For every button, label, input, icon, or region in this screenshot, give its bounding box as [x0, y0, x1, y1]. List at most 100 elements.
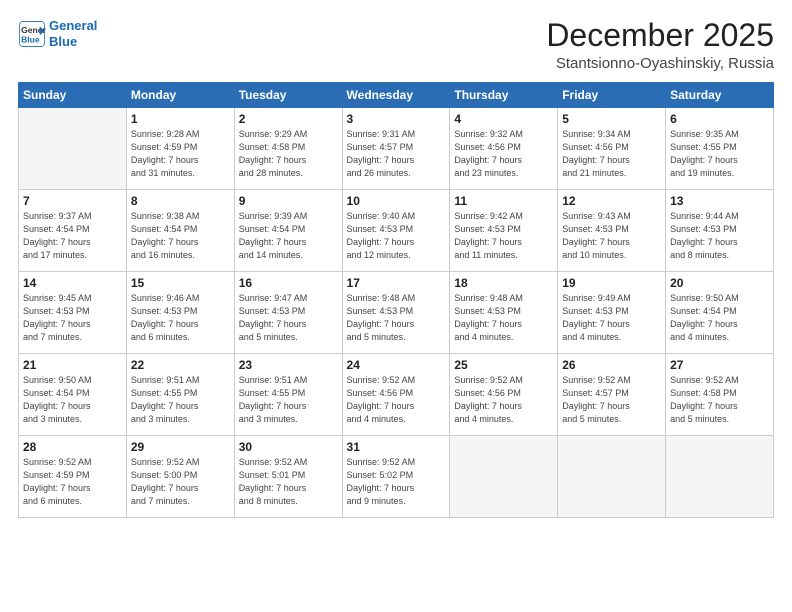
svg-text:Blue: Blue	[21, 34, 40, 44]
calendar-cell: 27 Sunrise: 9:52 AM Sunset: 4:58 PM Dayli…	[666, 354, 774, 436]
day-info: Sunrise: 9:46 AM Sunset: 4:53 PM Dayligh…	[131, 292, 230, 344]
calendar-cell: 13 Sunrise: 9:44 AM Sunset: 4:53 PM Dayli…	[666, 190, 774, 272]
weekday-header-monday: Monday	[126, 83, 234, 108]
calendar-cell	[558, 436, 666, 518]
day-number: 17	[347, 276, 446, 290]
weekday-header-saturday: Saturday	[666, 83, 774, 108]
day-number: 27	[670, 358, 769, 372]
day-number: 5	[562, 112, 661, 126]
day-number: 29	[131, 440, 230, 454]
calendar-cell: 23 Sunrise: 9:51 AM Sunset: 4:55 PM Dayli…	[234, 354, 342, 436]
day-number: 11	[454, 194, 553, 208]
calendar-cell: 22Sunrise: 9:51 AM Sunset: 4:55 PM Dayli…	[126, 354, 234, 436]
day-info: Sunrise: 9:43 AM Sunset: 4:53 PM Dayligh…	[562, 210, 661, 262]
day-number: 12	[562, 194, 661, 208]
day-number: 9	[239, 194, 338, 208]
weekday-header-wednesday: Wednesday	[342, 83, 450, 108]
calendar-cell: 14 Sunrise: 9:45 AM Sunset: 4:53 PM Dayli…	[19, 272, 127, 354]
day-info: Sunrise: 9:52 AM Sunset: 5:00 PM Dayligh…	[131, 456, 230, 508]
day-number: 21	[23, 358, 122, 372]
calendar-cell: 2Sunrise: 9:29 AM Sunset: 4:58 PM Daylig…	[234, 108, 342, 190]
logo-text: GeneralBlue	[49, 18, 97, 49]
day-number: 3	[347, 112, 446, 126]
calendar-cell: 8 Sunrise: 9:38 AM Sunset: 4:54 PM Daylig…	[126, 190, 234, 272]
calendar-cell: 1Sunrise: 9:28 AM Sunset: 4:59 PM Daylig…	[126, 108, 234, 190]
calendar-cell	[19, 108, 127, 190]
calendar-cell	[450, 436, 558, 518]
day-number: 1	[131, 112, 230, 126]
day-info: Sunrise: 9:34 AM Sunset: 4:56 PM Dayligh…	[562, 128, 661, 180]
day-info: Sunrise: 9:39 AM Sunset: 4:54 PM Dayligh…	[239, 210, 338, 262]
day-number: 26	[562, 358, 661, 372]
day-info: Sunrise: 9:52 AM Sunset: 4:59 PM Dayligh…	[23, 456, 122, 508]
day-number: 8	[131, 194, 230, 208]
calendar-cell: 20Sunrise: 9:50 AM Sunset: 4:54 PM Dayli…	[666, 272, 774, 354]
calendar-cell	[666, 436, 774, 518]
week-row-4: 21 Sunrise: 9:50 AM Sunset: 4:54 PM Dayli…	[19, 354, 774, 436]
day-number: 19	[562, 276, 661, 290]
logo-icon: General Blue	[18, 20, 46, 48]
calendar-cell: 3Sunrise: 9:31 AM Sunset: 4:57 PM Daylig…	[342, 108, 450, 190]
logo: General Blue GeneralBlue	[18, 18, 97, 49]
calendar-cell: 11Sunrise: 9:42 AM Sunset: 4:53 PM Dayli…	[450, 190, 558, 272]
calendar-cell: 9 Sunrise: 9:39 AM Sunset: 4:54 PM Daylig…	[234, 190, 342, 272]
day-info: Sunrise: 9:44 AM Sunset: 4:53 PM Dayligh…	[670, 210, 769, 262]
calendar-cell: 18Sunrise: 9:48 AM Sunset: 4:53 PM Dayli…	[450, 272, 558, 354]
title-block: December 2025 Stantsionno-Oyashinskiy, R…	[546, 18, 774, 72]
day-info: Sunrise: 9:51 AM Sunset: 4:55 PM Dayligh…	[239, 374, 338, 426]
day-number: 25	[454, 358, 553, 372]
page-header: General Blue GeneralBlue December 2025 S…	[18, 18, 774, 72]
day-number: 4	[454, 112, 553, 126]
calendar-cell: 19Sunrise: 9:49 AM Sunset: 4:53 PM Dayli…	[558, 272, 666, 354]
calendar-cell: 15Sunrise: 9:46 AM Sunset: 4:53 PM Dayli…	[126, 272, 234, 354]
calendar-cell: 7 Sunrise: 9:37 AM Sunset: 4:54 PM Daylig…	[19, 190, 127, 272]
calendar-cell: 25Sunrise: 9:52 AM Sunset: 4:56 PM Dayli…	[450, 354, 558, 436]
weekday-header-row: SundayMondayTuesdayWednesdayThursdayFrid…	[19, 83, 774, 108]
calendar-table: SundayMondayTuesdayWednesdayThursdayFrid…	[18, 82, 774, 518]
day-number: 23	[239, 358, 338, 372]
day-number: 6	[670, 112, 769, 126]
day-info: Sunrise: 9:38 AM Sunset: 4:54 PM Dayligh…	[131, 210, 230, 262]
calendar-cell: 28 Sunrise: 9:52 AM Sunset: 4:59 PM Dayli…	[19, 436, 127, 518]
day-number: 24	[347, 358, 446, 372]
day-number: 30	[239, 440, 338, 454]
weekday-header-sunday: Sunday	[19, 83, 127, 108]
calendar-cell: 30 Sunrise: 9:52 AM Sunset: 5:01 PM Dayli…	[234, 436, 342, 518]
day-info: Sunrise: 9:35 AM Sunset: 4:55 PM Dayligh…	[670, 128, 769, 180]
calendar-cell: 5 Sunrise: 9:34 AM Sunset: 4:56 PM Daylig…	[558, 108, 666, 190]
day-number: 7	[23, 194, 122, 208]
calendar-cell: 24 Sunrise: 9:52 AM Sunset: 4:56 PM Dayli…	[342, 354, 450, 436]
calendar-cell: 26 Sunrise: 9:52 AM Sunset: 4:57 PM Dayli…	[558, 354, 666, 436]
day-info: Sunrise: 9:50 AM Sunset: 4:54 PM Dayligh…	[23, 374, 122, 426]
day-number: 18	[454, 276, 553, 290]
week-row-3: 14 Sunrise: 9:45 AM Sunset: 4:53 PM Dayli…	[19, 272, 774, 354]
location-title: Stantsionno-Oyashinskiy, Russia	[546, 55, 774, 72]
day-number: 22	[131, 358, 230, 372]
calendar-cell: 12 Sunrise: 9:43 AM Sunset: 4:53 PM Dayli…	[558, 190, 666, 272]
weekday-header-friday: Friday	[558, 83, 666, 108]
day-info: Sunrise: 9:48 AM Sunset: 4:53 PM Dayligh…	[347, 292, 446, 344]
week-row-5: 28 Sunrise: 9:52 AM Sunset: 4:59 PM Dayli…	[19, 436, 774, 518]
day-info: Sunrise: 9:52 AM Sunset: 5:01 PM Dayligh…	[239, 456, 338, 508]
day-info: Sunrise: 9:52 AM Sunset: 4:56 PM Dayligh…	[347, 374, 446, 426]
day-info: Sunrise: 9:37 AM Sunset: 4:54 PM Dayligh…	[23, 210, 122, 262]
day-info: Sunrise: 9:45 AM Sunset: 4:53 PM Dayligh…	[23, 292, 122, 344]
day-info: Sunrise: 9:52 AM Sunset: 4:57 PM Dayligh…	[562, 374, 661, 426]
day-info: Sunrise: 9:29 AM Sunset: 4:58 PM Dayligh…	[239, 128, 338, 180]
day-number: 20	[670, 276, 769, 290]
day-number: 31	[347, 440, 446, 454]
calendar-cell: 16Sunrise: 9:47 AM Sunset: 4:53 PM Dayli…	[234, 272, 342, 354]
calendar-cell: 4 Sunrise: 9:32 AM Sunset: 4:56 PM Daylig…	[450, 108, 558, 190]
week-row-2: 7 Sunrise: 9:37 AM Sunset: 4:54 PM Daylig…	[19, 190, 774, 272]
calendar-cell: 31Sunrise: 9:52 AM Sunset: 5:02 PM Dayli…	[342, 436, 450, 518]
day-number: 10	[347, 194, 446, 208]
calendar-cell: 17 Sunrise: 9:48 AM Sunset: 4:53 PM Dayli…	[342, 272, 450, 354]
day-number: 16	[239, 276, 338, 290]
day-info: Sunrise: 9:32 AM Sunset: 4:56 PM Dayligh…	[454, 128, 553, 180]
day-number: 14	[23, 276, 122, 290]
weekday-header-thursday: Thursday	[450, 83, 558, 108]
day-number: 13	[670, 194, 769, 208]
weekday-header-tuesday: Tuesday	[234, 83, 342, 108]
day-info: Sunrise: 9:52 AM Sunset: 4:58 PM Dayligh…	[670, 374, 769, 426]
day-number: 28	[23, 440, 122, 454]
